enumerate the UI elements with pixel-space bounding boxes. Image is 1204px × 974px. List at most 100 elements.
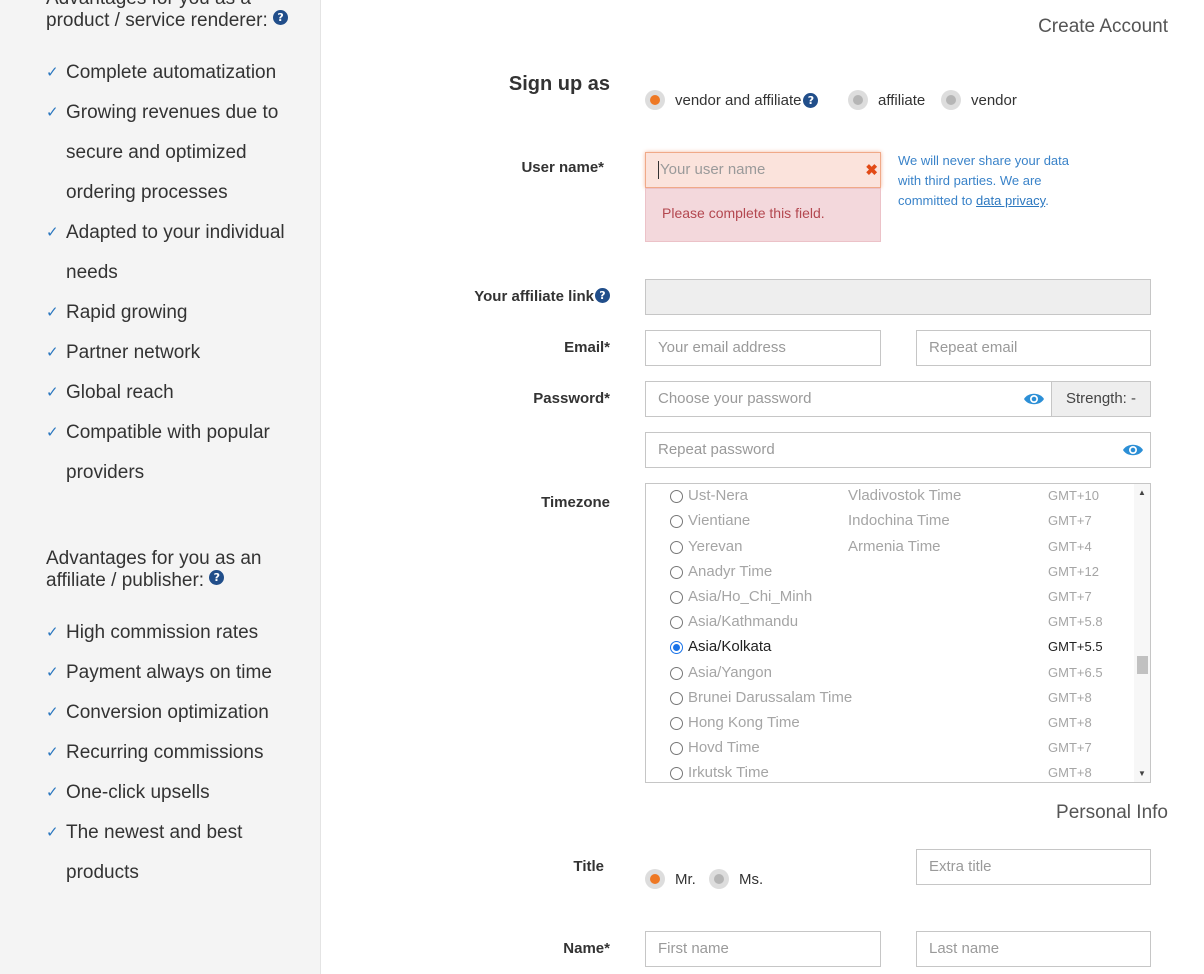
list-item: ✓ Growing revenues due to secure and opti… — [46, 93, 296, 213]
check-icon: ✓ — [46, 384, 59, 401]
check-icon: ✓ — [46, 744, 59, 761]
data-privacy-link[interactable]: data privacy — [976, 193, 1045, 208]
error-close-icon: ✖ — [865, 162, 878, 179]
help-icon[interactable]: ? — [273, 10, 289, 25]
list-item: ✓ One-click upsells — [46, 773, 296, 813]
timezone-option[interactable]: Yerevan Armenia Time GMT+4 — [670, 536, 1130, 561]
timezone-option[interactable]: Asia/Ho_Chi_Minh GMT+7 — [670, 586, 1130, 611]
check-icon: ✓ — [46, 104, 59, 121]
radio-icon[interactable] — [670, 490, 683, 503]
check-icon: ✓ — [46, 304, 59, 321]
radio-icon[interactable] — [670, 717, 683, 730]
password-strength-indicator: Strength: - — [1051, 381, 1151, 417]
scroll-down-arrow-icon[interactable]: ▼ — [1138, 769, 1146, 778]
password-label: Password* — [533, 390, 610, 407]
show-repeat-password-eye-icon[interactable] — [1122, 443, 1144, 457]
check-icon: ✓ — [46, 344, 59, 361]
timezone-option[interactable]: Asia/Yangon GMT+6.5 — [670, 662, 1130, 687]
affiliate-link-field — [645, 279, 1151, 315]
list-item: ✓ Conversion optimization — [46, 693, 296, 733]
signup-option-vendor[interactable]: vendor — [941, 90, 1017, 110]
affiliate-advantages-title: Advantages for you as an affiliate / pub… — [46, 548, 262, 591]
personal-info-heading: Personal Info — [1056, 802, 1168, 823]
check-icon: ✓ — [46, 64, 59, 81]
timezone-label: Timezone — [541, 494, 610, 511]
check-icon: ✓ — [46, 224, 59, 241]
timezone-list[interactable]: Ust-Nera Vladivostok Time GMT+10 Vientiane… — [645, 483, 1151, 783]
help-icon[interactable]: ? — [595, 288, 610, 303]
first-name-input[interactable]: First name — [645, 931, 881, 967]
help-icon[interactable]: ? — [803, 92, 819, 108]
timezone-option[interactable]: Hong Kong Time GMT+8 — [670, 712, 1130, 737]
scrollbar-thumb[interactable] — [1137, 656, 1148, 674]
check-icon: ✓ — [46, 664, 59, 681]
affiliate-link-label: Your affiliate link? — [440, 288, 610, 305]
timezone-option[interactable]: Brunei Darussalam Time GMT+8 — [670, 687, 1130, 712]
text-caret — [658, 161, 659, 180]
check-icon: ✓ — [46, 784, 59, 801]
advantages-sidebar: Advantages for you as a product / servic… — [0, 0, 321, 974]
radio-selected-icon[interactable] — [645, 869, 665, 889]
timezone-option[interactable]: Ust-Nera Vladivostok Time GMT+10 — [670, 485, 1130, 510]
list-item: ✓ Complete automatization — [46, 53, 296, 93]
timezone-option[interactable]: Asia/Kathmandu GMT+5.8 — [670, 611, 1130, 636]
scroll-up-arrow-icon[interactable]: ▲ — [1138, 488, 1146, 497]
check-icon: ✓ — [46, 704, 59, 721]
timezone-option[interactable]: Irkutsk Time GMT+8 — [670, 762, 1130, 782]
signup-label: Sign up as — [508, 73, 610, 95]
email-input[interactable]: Your email address — [645, 330, 881, 366]
radio-icon[interactable] — [670, 566, 683, 579]
title-option-ms[interactable]: Ms. — [709, 869, 763, 889]
list-item: ✓ Compatible with popular providers — [46, 413, 296, 493]
repeat-email-input[interactable]: Repeat email — [916, 330, 1151, 366]
signup-option-affiliate[interactable]: affiliate — [848, 90, 925, 110]
radio-icon[interactable] — [670, 742, 683, 755]
radio-selected-icon[interactable] — [670, 641, 683, 654]
title-label: Title — [573, 858, 604, 875]
timezone-scrollbar[interactable]: ▲ ▼ — [1134, 484, 1150, 782]
timezone-option[interactable]: Anadyr Time GMT+12 — [670, 561, 1130, 586]
radio-icon[interactable] — [670, 541, 683, 554]
password-input[interactable]: Choose your password — [645, 381, 1052, 417]
radio-unselected-icon[interactable] — [709, 869, 729, 889]
radio-icon[interactable] — [670, 767, 683, 780]
timezone-option-selected[interactable]: Asia/Kolkata GMT+5.5 — [670, 636, 1130, 661]
radio-unselected-icon[interactable] — [941, 90, 961, 110]
renderer-advantages-list: ✓ Complete automatization ✓ Growing revenu… — [46, 53, 296, 493]
last-name-input[interactable]: Last name — [916, 931, 1151, 967]
check-icon: ✓ — [46, 424, 59, 441]
radio-selected-icon[interactable] — [645, 90, 665, 110]
list-item: ✓ The newest and best products — [46, 813, 296, 893]
username-label: User name* — [521, 159, 604, 176]
list-item: ✓ Rapid growing — [46, 293, 296, 333]
affiliate-advantages-list: ✓ High commission rates ✓ Payment always o… — [46, 613, 296, 893]
radio-icon[interactable] — [670, 515, 683, 528]
radio-unselected-icon[interactable] — [848, 90, 868, 110]
extra-title-input[interactable]: Extra title — [916, 849, 1151, 885]
list-item: ✓ Global reach — [46, 373, 296, 413]
name-label: Name* — [563, 940, 610, 957]
renderer-advantages-title: Advantages for you as a product / servic… — [46, 0, 296, 32]
list-item: ✓ Payment always on time — [46, 653, 296, 693]
username-error-message: Please complete this field. — [645, 188, 881, 242]
radio-icon[interactable] — [670, 616, 683, 629]
list-item: ✓ Recurring commissions — [46, 733, 296, 773]
radio-icon[interactable] — [670, 591, 683, 604]
show-password-eye-icon[interactable] — [1023, 392, 1045, 406]
check-icon: ✓ — [46, 624, 59, 641]
username-input[interactable]: Your user name ✖ — [645, 152, 881, 188]
signup-option-vendor-affiliate[interactable]: vendor and affiliate ? — [645, 90, 819, 110]
timezone-option[interactable]: Vientiane Indochina Time GMT+7 — [670, 510, 1130, 535]
help-icon[interactable]: ? — [209, 570, 225, 585]
list-item: ✓ High commission rates — [46, 613, 296, 653]
title-option-mr[interactable]: Mr. — [645, 869, 696, 889]
repeat-password-input[interactable]: Repeat password — [645, 432, 1151, 468]
email-label: Email* — [564, 339, 610, 356]
check-icon: ✓ — [46, 824, 59, 841]
create-account-heading: Create Account — [1038, 16, 1168, 37]
timezone-option[interactable]: Hovd Time GMT+7 — [670, 737, 1130, 762]
privacy-note: We will never share your data with third… — [898, 153, 1070, 208]
list-item: ✓ Adapted to your individual needs — [46, 213, 296, 293]
radio-icon[interactable] — [670, 667, 683, 680]
radio-icon[interactable] — [670, 692, 683, 705]
